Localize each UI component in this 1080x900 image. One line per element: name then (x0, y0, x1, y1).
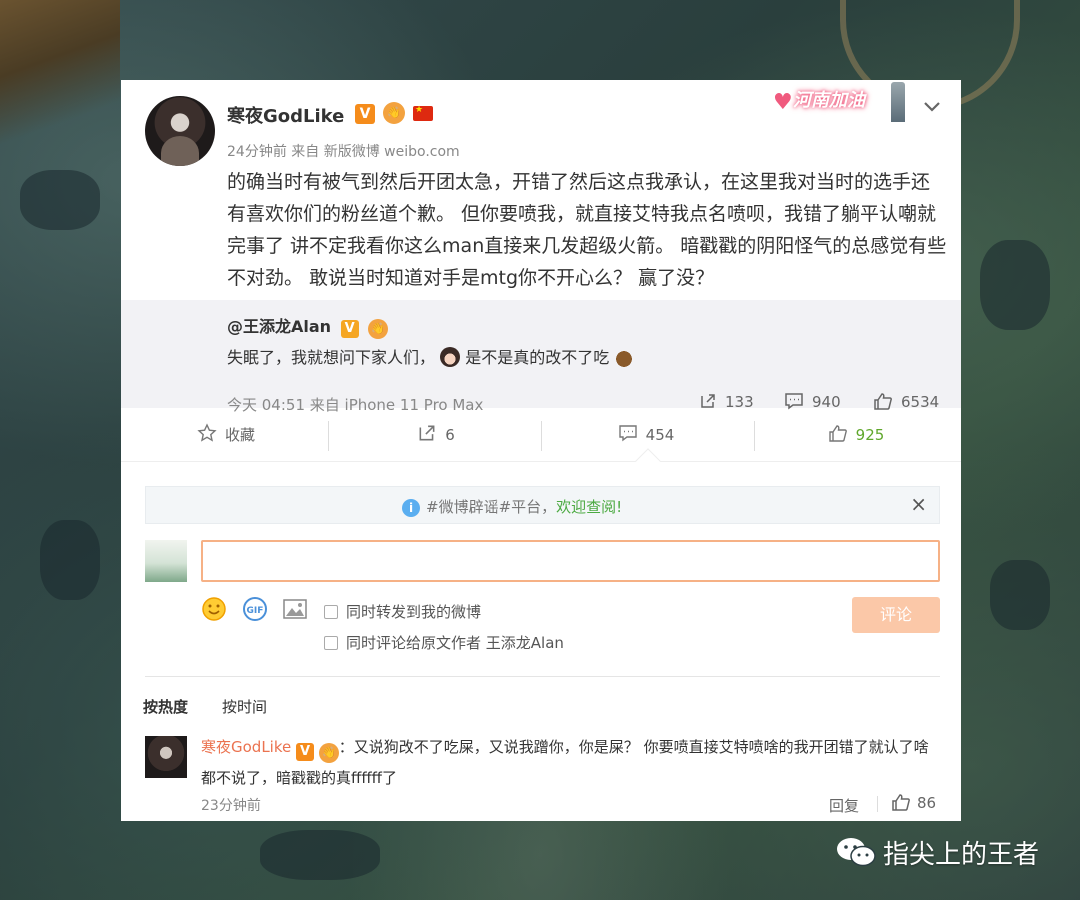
gif-icon[interactable]: GIF (242, 596, 268, 622)
comment-icon (618, 425, 637, 442)
weibo-post-card: 寒夜GodLike V 👋 24分钟前 来自 新版微博 weibo.com ♥ … (121, 80, 961, 821)
original-author-name[interactable]: @王添龙Alan (227, 317, 331, 336)
forward-count: 6 (445, 426, 455, 444)
original-author[interactable]: @王添龙Alan V 👋 (227, 313, 389, 339)
china-flag-icon (413, 105, 433, 121)
background-rock (40, 520, 100, 600)
author-name[interactable]: 寒夜GodLike (227, 102, 344, 128)
comment-author-checkbox[interactable] (324, 636, 338, 650)
comment-author-checkbox-label: 同时评论给原文作者 王添龙Alan (346, 634, 564, 652)
forward-checkbox[interactable] (324, 605, 338, 619)
comment-to-author-option[interactable]: 同时评论给原文作者 王添龙Alan (324, 632, 564, 653)
divider (145, 676, 940, 677)
star-icon (197, 423, 217, 442)
repost-text: 失眠了，我就想问下家人们， 是不是真的改不了吃 (227, 344, 635, 368)
forward-checkbox-label: 同时转发到我的微博 (346, 603, 482, 621)
comment-input[interactable] (201, 540, 940, 582)
favorite-label: 收藏 (224, 426, 255, 444)
thumbs-up-icon (892, 794, 910, 811)
promo-text: 河南加油 (793, 90, 865, 111)
thumbs-up-icon (828, 425, 847, 442)
sort-by-time-tab[interactable]: 按时间 (222, 696, 267, 717)
image-icon[interactable] (282, 596, 308, 622)
like-button[interactable]: 925 (751, 408, 961, 462)
poop-emoji-icon (614, 347, 635, 367)
heart-icon: ♥ (773, 90, 793, 115)
background-rock (260, 830, 380, 880)
svg-text:GIF: GIF (247, 606, 264, 616)
notice-link[interactable]: 欢迎查阅! (556, 498, 622, 516)
forward-button[interactable]: 6 (331, 408, 541, 462)
my-avatar[interactable] (145, 540, 187, 582)
info-icon: i (402, 499, 420, 517)
chevron-down-icon[interactable] (919, 94, 945, 120)
girl-emoji-icon (440, 347, 461, 367)
rumor-notice: i #微博辟谣#平台，欢迎查阅! × (145, 486, 940, 524)
wechat-icon (837, 838, 876, 867)
member-badge-icon: 👋 (368, 319, 389, 339)
comment-like-button[interactable]: 86 (891, 793, 936, 812)
forward-to-my-weibo-option[interactable]: 同时转发到我的微博 (324, 601, 481, 622)
favorite-button[interactable]: 收藏 (121, 408, 331, 462)
verified-badge: V (296, 743, 315, 761)
divider (328, 421, 329, 451)
author-avatar[interactable] (145, 96, 215, 166)
divider (877, 796, 878, 812)
post-action-bar: 收藏 6 454 925 (121, 408, 961, 462)
reposted-weibo[interactable]: @王添龙Alan V 👋 失眠了，我就想问下家人们， 是不是真的改不了吃 今天 … (121, 300, 961, 414)
commenter-avatar[interactable] (145, 736, 187, 778)
verified-badge: V (340, 320, 359, 338)
post-meta: 24分钟前 来自 新版微博 weibo.com (227, 144, 460, 160)
tower-icon (891, 82, 905, 122)
repost-text-part: 是不是真的改不了吃 (465, 348, 610, 367)
background-corner-decoration (0, 0, 120, 150)
background-rock (990, 560, 1050, 630)
member-badge-icon: 👋 (318, 743, 339, 763)
smile-icon[interactable] (201, 596, 227, 622)
comment-like-count: 86 (917, 794, 937, 812)
comment-time: 23分钟前 (201, 798, 261, 814)
comment-item: 寒夜GodLike V 👋 ：又说狗改不了吃屎，又说我蹭你，你是屎？ 你要喷直接艾… (201, 732, 941, 793)
submit-comment-button[interactable]: 评论 (852, 597, 940, 633)
reply-button[interactable]: 回复 (829, 795, 859, 816)
verified-badge: V (355, 104, 375, 124)
sort-by-hot-tab[interactable]: 按热度 (143, 696, 188, 717)
forward-icon (419, 425, 435, 441)
background-rock (20, 170, 100, 230)
close-icon[interactable]: × (910, 492, 927, 516)
background-rock (980, 240, 1050, 330)
comment-count: 454 (645, 426, 675, 444)
member-badge-icon: 👋 (383, 102, 405, 124)
watermark-text: 指尖上的王者 (883, 840, 1040, 870)
notice-label: #微博辟谣#平台， (426, 498, 557, 516)
like-count: 925 (855, 426, 885, 444)
post-text: 的确当时有被气到然后开团太急，开错了然后这点我承认，在这里我对当时的选手还有喜欢… (227, 171, 947, 289)
commenter-name[interactable]: 寒夜GodLike (201, 738, 291, 756)
notice-text: i #微博辟谣#平台，欢迎查阅! (402, 496, 622, 517)
repost-text-part: 失眠了，我就想问下家人们， (227, 348, 436, 367)
promo-banner: ♥ 河南加油 (773, 82, 923, 122)
